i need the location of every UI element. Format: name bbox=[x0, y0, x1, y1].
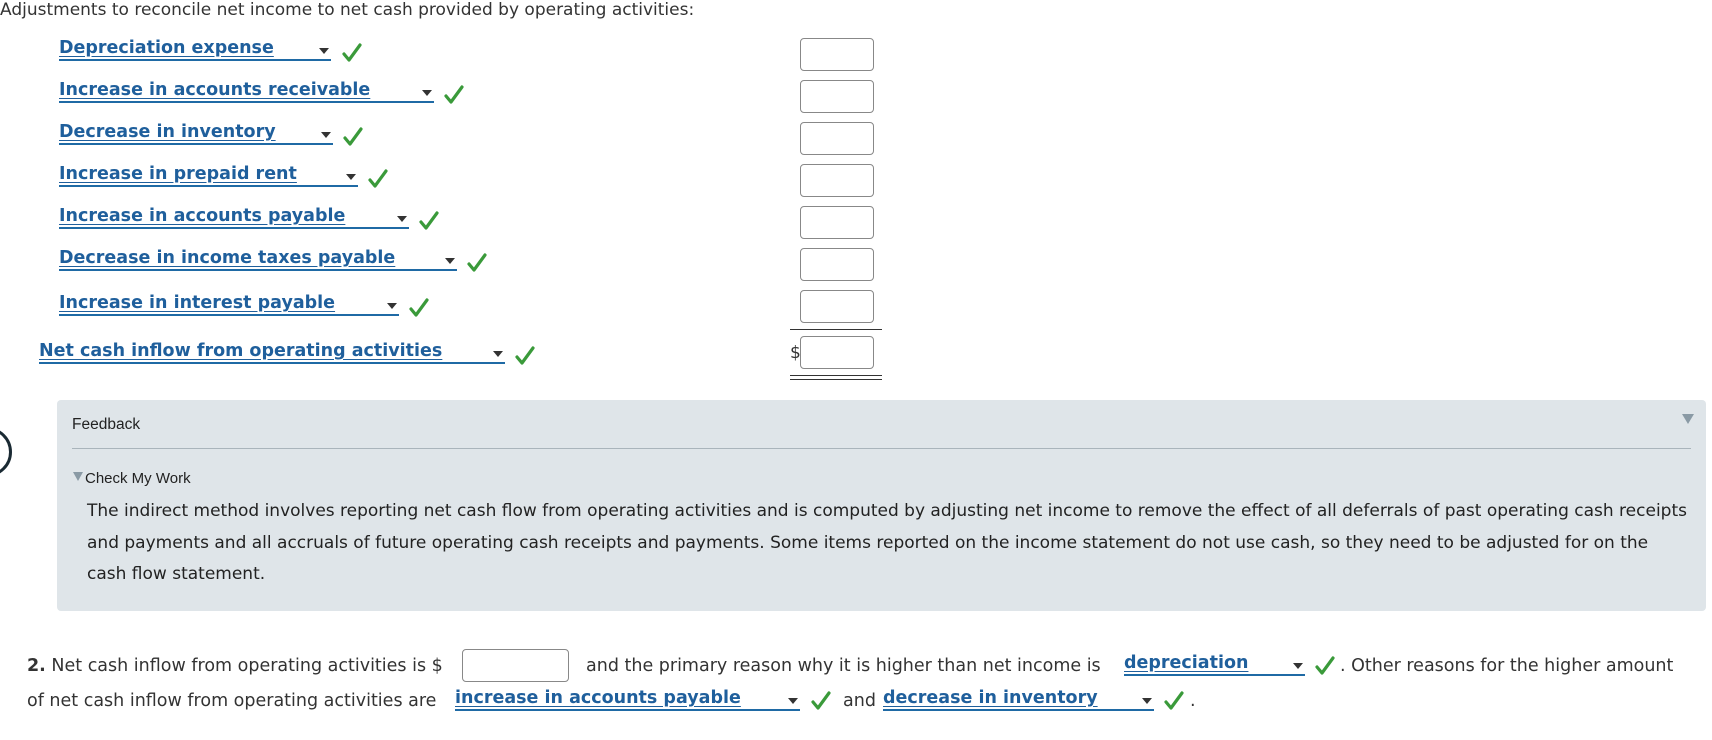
check-icon bbox=[1164, 691, 1184, 710]
adjustment-select-inventory[interactable]: Decrease in inventory bbox=[59, 122, 333, 145]
amount-input-interest-payable[interactable] bbox=[800, 290, 874, 323]
net-cash-select-label: Net cash inflow from operating activitie… bbox=[39, 341, 443, 361]
other-reason-select-1-label: increase in accounts payable bbox=[455, 688, 741, 708]
question2-text-part2: and the primary reason why it is higher … bbox=[586, 656, 1101, 676]
chevron-down-icon bbox=[445, 258, 455, 264]
adjustment-select-label: Decrease in income taxes payable bbox=[59, 248, 396, 268]
adjustment-select-label: Increase in accounts payable bbox=[59, 206, 346, 226]
check-icon bbox=[343, 127, 363, 146]
adjustment-select-accounts-payable[interactable]: Increase in accounts payable bbox=[59, 206, 409, 229]
amount-input-income-taxes-payable[interactable] bbox=[800, 248, 874, 281]
check-my-work-label: Check My Work bbox=[85, 470, 191, 487]
chevron-down-icon bbox=[387, 303, 397, 309]
subtotal-rule bbox=[790, 329, 882, 330]
check-icon bbox=[467, 253, 487, 272]
adjustment-select-interest-payable[interactable]: Increase in interest payable bbox=[59, 293, 399, 316]
net-cash-amount-input[interactable] bbox=[462, 649, 569, 682]
amount-input-accounts-receivable[interactable] bbox=[800, 80, 874, 113]
adjustment-select-label: Increase in interest payable bbox=[59, 293, 336, 313]
section-heading: Adjustments to reconcile net income to n… bbox=[0, 0, 695, 20]
adjustment-select-income-taxes-payable[interactable]: Decrease in income taxes payable bbox=[59, 248, 457, 271]
chevron-down-icon bbox=[1142, 698, 1152, 704]
adjustment-select-depreciation[interactable]: Depreciation expense bbox=[59, 38, 331, 61]
amount-input-depreciation[interactable] bbox=[800, 38, 874, 71]
check-icon bbox=[409, 298, 429, 317]
other-reason-select-2-label: decrease in inventory bbox=[883, 688, 1098, 708]
amount-input-prepaid-rent[interactable] bbox=[800, 164, 874, 197]
check-icon bbox=[1315, 656, 1335, 675]
chevron-down-icon bbox=[493, 351, 503, 357]
check-icon bbox=[368, 169, 388, 188]
adjustment-select-label: Depreciation expense bbox=[59, 38, 274, 58]
other-reason-select-1[interactable]: increase in accounts payable bbox=[455, 688, 800, 711]
amount-input-inventory[interactable] bbox=[800, 122, 874, 155]
chevron-down-icon bbox=[346, 174, 356, 180]
feedback-text: The indirect method involves reporting n… bbox=[87, 501, 1687, 584]
primary-reason-select[interactable]: depreciation bbox=[1124, 653, 1305, 676]
collapse-triangle-icon[interactable] bbox=[1682, 414, 1694, 424]
adjustment-select-label: Decrease in inventory bbox=[59, 122, 276, 142]
check-my-work-toggle[interactable]: Check My Work bbox=[73, 470, 191, 487]
amount-input-accounts-payable[interactable] bbox=[800, 206, 874, 239]
check-icon bbox=[515, 346, 535, 365]
question2-text-part5: and bbox=[843, 691, 876, 711]
adjustment-select-prepaid-rent[interactable]: Increase in prepaid rent bbox=[59, 164, 358, 187]
check-icon bbox=[419, 211, 439, 230]
chevron-down-icon bbox=[321, 132, 331, 138]
question2-line1: 2. Net cash inflow from operating activi… bbox=[27, 656, 443, 676]
amount-input-net-cash[interactable] bbox=[800, 336, 874, 369]
question2-text-part4: of net cash inflow from operating activi… bbox=[27, 691, 437, 711]
primary-reason-select-label: depreciation bbox=[1124, 653, 1249, 673]
total-double-rule-bottom bbox=[790, 379, 882, 380]
feedback-panel: Feedback Check My Work The indirect meth… bbox=[57, 400, 1706, 611]
other-reason-select-2[interactable]: decrease in inventory bbox=[883, 688, 1154, 711]
question2-text-part3: . Other reasons for the higher amount bbox=[1340, 656, 1674, 676]
chevron-down-icon bbox=[319, 48, 329, 54]
net-cash-select[interactable]: Net cash inflow from operating activitie… bbox=[39, 341, 505, 364]
chevron-down-icon bbox=[397, 216, 407, 222]
feedback-divider bbox=[72, 448, 1691, 449]
question-number: 2. bbox=[27, 656, 46, 676]
adjustment-select-label: Increase in prepaid rent bbox=[59, 164, 297, 184]
check-icon bbox=[444, 85, 464, 104]
chevron-down-icon bbox=[422, 90, 432, 96]
chevron-down-icon bbox=[788, 698, 798, 704]
chevron-down-icon bbox=[1293, 663, 1303, 669]
feedback-title: Feedback bbox=[72, 416, 141, 433]
expand-triangle-icon bbox=[73, 472, 83, 481]
check-icon bbox=[811, 691, 831, 710]
adjustment-select-label: Increase in accounts receivable bbox=[59, 80, 371, 100]
question2-text-part6: . bbox=[1190, 691, 1196, 711]
adjustment-select-accounts-receivable[interactable]: Increase in accounts receivable bbox=[59, 80, 434, 103]
check-icon bbox=[342, 43, 362, 62]
total-double-rule-top bbox=[790, 375, 882, 376]
question2-text-part1: Net cash inflow from operating activitie… bbox=[51, 656, 443, 676]
circle-icon bbox=[0, 427, 12, 477]
